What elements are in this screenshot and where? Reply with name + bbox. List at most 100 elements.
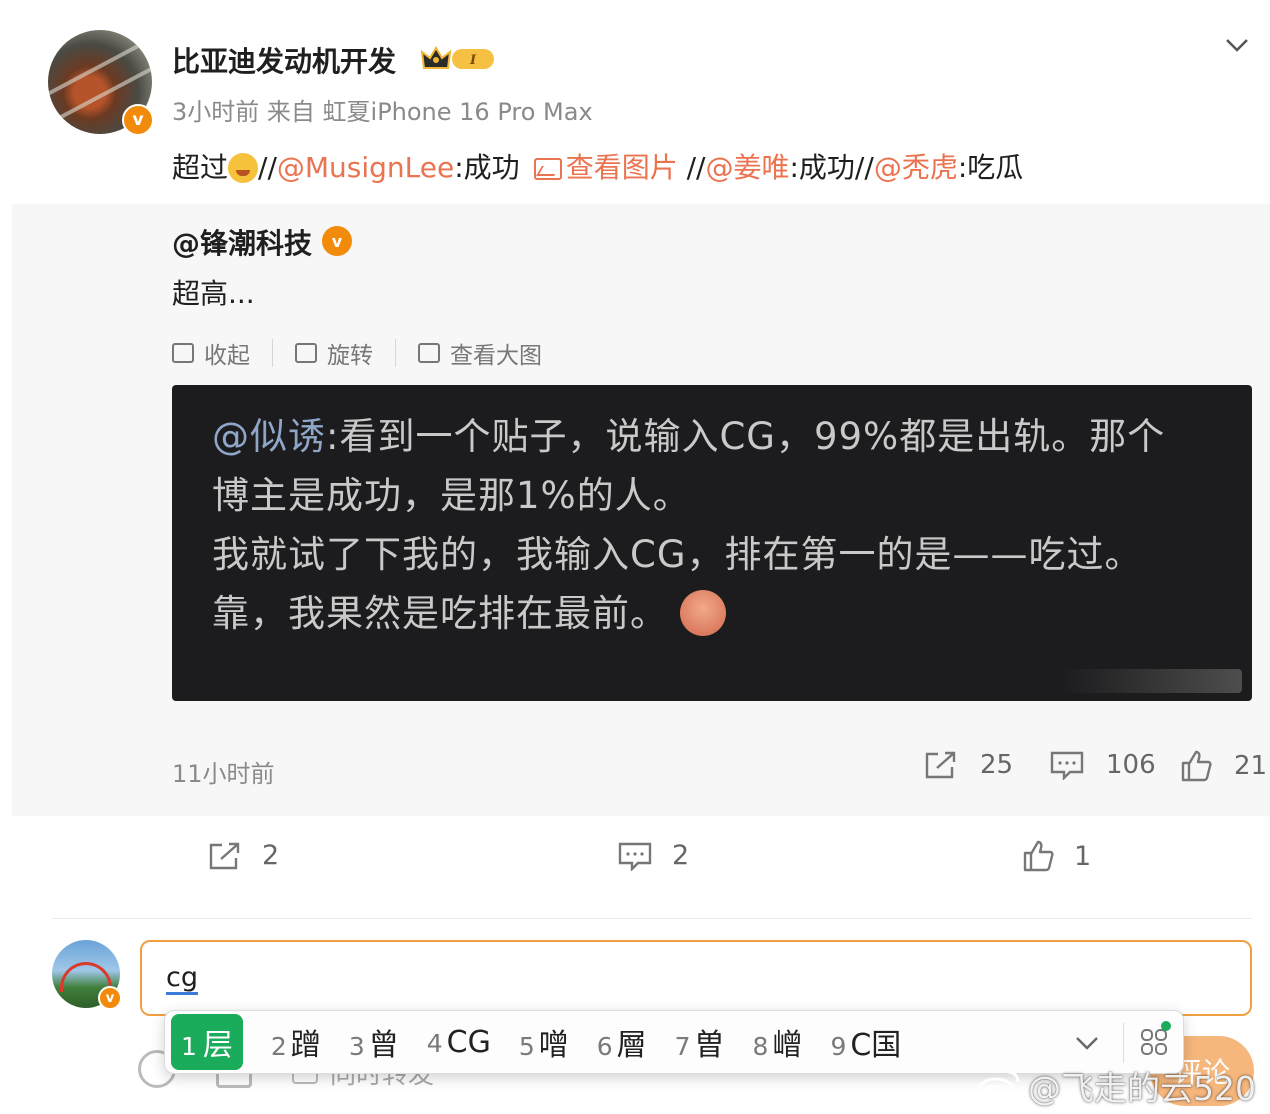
like-count: 1 [1074,840,1092,872]
share-button[interactable]: 2 [208,840,279,871]
share-icon [209,842,240,869]
notification-dot [1161,1021,1171,1031]
weibo-logo-icon [977,1070,1020,1103]
collapse-button[interactable]: 收起 [172,336,250,370]
ime-candidate-number: 5 [518,1032,535,1061]
ime-candidate[interactable]: 9 C国 [830,1020,901,1064]
vip-level-badge-icon[interactable]: I [420,44,498,74]
ime-candidate[interactable]: 8嶒 [753,1020,803,1064]
post-image-text: @似诱:看到一个贴子，说输入CG，99%都是出轨。那个 博主是成功，是那1%的人… [212,407,1232,643]
ime-candidate[interactable]: 4 CG [427,1025,491,1060]
content-text: :吃瓜 [957,151,1024,184]
divider [272,339,273,367]
image-icon[interactable] [533,158,562,180]
ime-candidate-text: C国 [850,1028,902,1063]
ime-candidate-text: 層 [616,1028,647,1063]
ime-candidate[interactable]: 5噌 [519,1020,569,1064]
chevron-down-icon[interactable] [1073,1029,1101,1057]
ime-candidate-number: 3 [348,1032,365,1061]
ime-candidate-number: 7 [674,1032,691,1061]
ime-candidate-number: 6 [596,1032,613,1061]
rotate-label: 旋转 [327,343,373,369]
watermark-text: @飞走的云520 [1028,1069,1256,1108]
weibo-watermark: @飞走的云520 [976,1062,1256,1110]
ime-candidate-text: 曾 [368,1028,399,1063]
ime-candidate-number: 2 [270,1032,287,1061]
thumbs-up-icon [1023,840,1054,872]
ime-candidate-text: 曽 [694,1028,725,1063]
collapse-label: 收起 [204,343,250,369]
like-button[interactable]: 1 [1022,840,1091,872]
ime-candidate-text: CG [446,1024,491,1060]
ime-candidate-text: 蹭 [290,1028,321,1063]
post-content: 超过//@MusignLee:成功 查看图片 //@姜唯:成功//@秃虎:吃瓜 [172,146,1023,186]
comment-button[interactable]: 2 [618,840,689,871]
image-line: :看到一个贴子，说输入CG，99%都是出轨。那个 [326,415,1166,458]
thumbs-up-icon [1181,750,1212,782]
original-post-time: 11小时前 [172,760,275,788]
image-watermark [1062,669,1242,693]
comment-count: 106 [1106,750,1156,780]
image-line: 靠，我果然是吃排在最前。 [212,592,668,635]
comment-input[interactable]: cg [140,940,1252,1016]
ime-candidate[interactable]: 7曽 [675,1020,725,1064]
collapse-icon [172,343,194,363]
ime-candidate-number: 1 [181,1032,197,1061]
image-toolbar: 收起 旋转 查看大图 [172,336,542,370]
image-line: 我就试了下我的，我输入CG，排在第一的是——吃过。 [212,533,1143,576]
content-sep: // [677,151,706,184]
ime-candidate-number: 9 [830,1032,847,1061]
post-meta: 3小时前 来自 虹夏iPhone 16 Pro Max [172,98,593,126]
verified-badge-icon: v [98,986,122,1010]
ime-candidate[interactable]: 2蹭 [271,1020,321,1064]
ime-candidate[interactable]: 6層 [597,1020,647,1064]
original-post-text: 超高... [172,277,255,310]
ime-menu-icon[interactable] [1139,1027,1169,1057]
chevron-down-icon[interactable] [1222,30,1252,60]
like-count: 21 [1234,751,1268,781]
fan-emoji-icon [680,590,726,636]
view-large-label: 查看大图 [450,343,542,369]
share-count: 2 [262,840,280,871]
comment-input-value[interactable]: cg [166,964,198,995]
mention-link[interactable]: @MusignLee [277,151,454,184]
mention-link[interactable]: @秃虎 [874,151,958,184]
comment-icon [618,842,652,871]
rotate-icon [295,343,317,363]
verified-badge-icon: v [122,104,154,136]
image-mention: @似诱 [212,415,326,458]
ime-candidate-text: 层 [202,1028,233,1063]
comment-icon [1050,751,1084,780]
image-icon [418,343,440,363]
original-like-button[interactable]: 21 [1180,750,1267,782]
original-comment-button[interactable]: 106 [1050,750,1156,780]
verified-badge-icon: v [322,226,352,256]
content-text: :成功 [454,151,520,184]
content-prefix: 超过 [172,151,229,184]
comment-count: 2 [672,840,690,871]
share-count: 25 [980,750,1014,780]
original-author-name[interactable]: @锋潮科技 [172,222,312,262]
share-icon [925,751,956,779]
divider [1123,1023,1124,1063]
content-sep: // [258,151,277,184]
ime-candidate[interactable]: 3曾 [349,1020,399,1064]
content-text: :成功// [789,151,874,184]
original-share-button[interactable]: 25 [924,750,1013,780]
author-name[interactable]: 比亚迪发动机开发 [172,40,396,80]
view-image-link[interactable]: 查看图片 [566,151,678,184]
ime-candidate[interactable]: 1 层 [171,1014,243,1070]
divider [395,339,396,367]
divider [52,918,1252,919]
ime-candidate-text: 噌 [538,1028,569,1063]
mention-link[interactable]: @姜唯 [705,151,789,184]
vip-level-text: I [469,53,477,68]
ime-candidate-number: 8 [752,1032,769,1061]
rotate-button[interactable]: 旋转 [295,336,373,370]
image-line: 博主是成功，是那1%的人。 [212,474,691,517]
ime-candidate-number: 4 [426,1028,443,1058]
post-image[interactable]: @似诱:看到一个贴子，说输入CG，99%都是出轨。那个 博主是成功，是那1%的人… [172,385,1252,701]
weibo-post: v 比亚迪发动机开发 I 3小时前 来自 虹夏iPhone 16 Pro Max… [0,0,1270,1114]
yawn-emoji-icon [228,153,259,183]
view-large-button[interactable]: 查看大图 [418,336,542,370]
